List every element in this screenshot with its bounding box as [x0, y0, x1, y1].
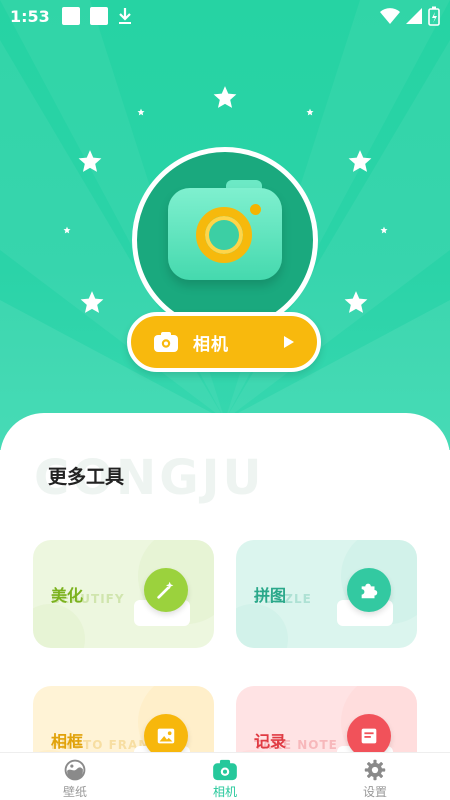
camera-icon — [154, 332, 178, 352]
star-icon — [80, 291, 104, 313]
tab-settings[interactable]: 设置 — [300, 753, 450, 800]
tab-label: 设置 — [362, 785, 387, 799]
tab-camera[interactable]: 相机 — [150, 753, 300, 800]
tab-wallpaper[interactable]: 壁纸 — [0, 753, 150, 800]
camera-flash-dot — [250, 204, 261, 215]
small-star-icon — [380, 226, 388, 234]
star-icon — [344, 291, 368, 313]
section-title: 更多工具 — [48, 466, 125, 488]
open-camera-button[interactable]: 相机 — [127, 312, 321, 372]
gear-icon — [364, 759, 386, 781]
camera-lens — [196, 207, 252, 263]
download-icon — [118, 7, 132, 25]
play-icon — [283, 335, 295, 349]
small-star-icon — [306, 108, 314, 116]
tool-card-label: 相框 — [51, 732, 84, 751]
small-star-icon — [63, 226, 71, 234]
hero-banner: 1:53 相机 — [0, 0, 450, 450]
tab-label: 相机 — [212, 785, 237, 799]
notification-icon — [89, 7, 108, 25]
tab-label: 壁纸 — [62, 785, 87, 799]
signal-icon — [406, 8, 422, 24]
status-time: 1:53 — [10, 6, 50, 26]
wifi-icon — [380, 8, 400, 24]
magic-wand-icon — [144, 568, 188, 612]
battery-icon — [428, 6, 440, 26]
puzzle-icon — [347, 568, 391, 612]
star-icon — [213, 86, 237, 108]
tool-card-puzzle[interactable]: PUZZLE 拼图 — [236, 540, 417, 648]
notification-icon — [61, 7, 80, 25]
tool-card-beautify[interactable]: BEAUTIFY 美化 — [33, 540, 214, 648]
tool-card-label: 美化 — [51, 586, 84, 605]
card-decoration — [33, 604, 85, 648]
tool-card-label: 拼图 — [254, 586, 287, 605]
tool-card-label: 记录 — [254, 732, 287, 751]
star-icon — [78, 150, 102, 172]
wallpaper-icon — [64, 759, 86, 781]
small-star-icon — [137, 108, 145, 116]
card-decoration — [236, 604, 288, 648]
star-icon — [348, 150, 372, 172]
camera-button-label: 相机 — [193, 334, 229, 355]
bottom-tab-bar: 壁纸 相机 设置 — [0, 752, 450, 800]
status-bar: 1:53 — [0, 0, 450, 32]
camera-icon — [213, 759, 237, 781]
